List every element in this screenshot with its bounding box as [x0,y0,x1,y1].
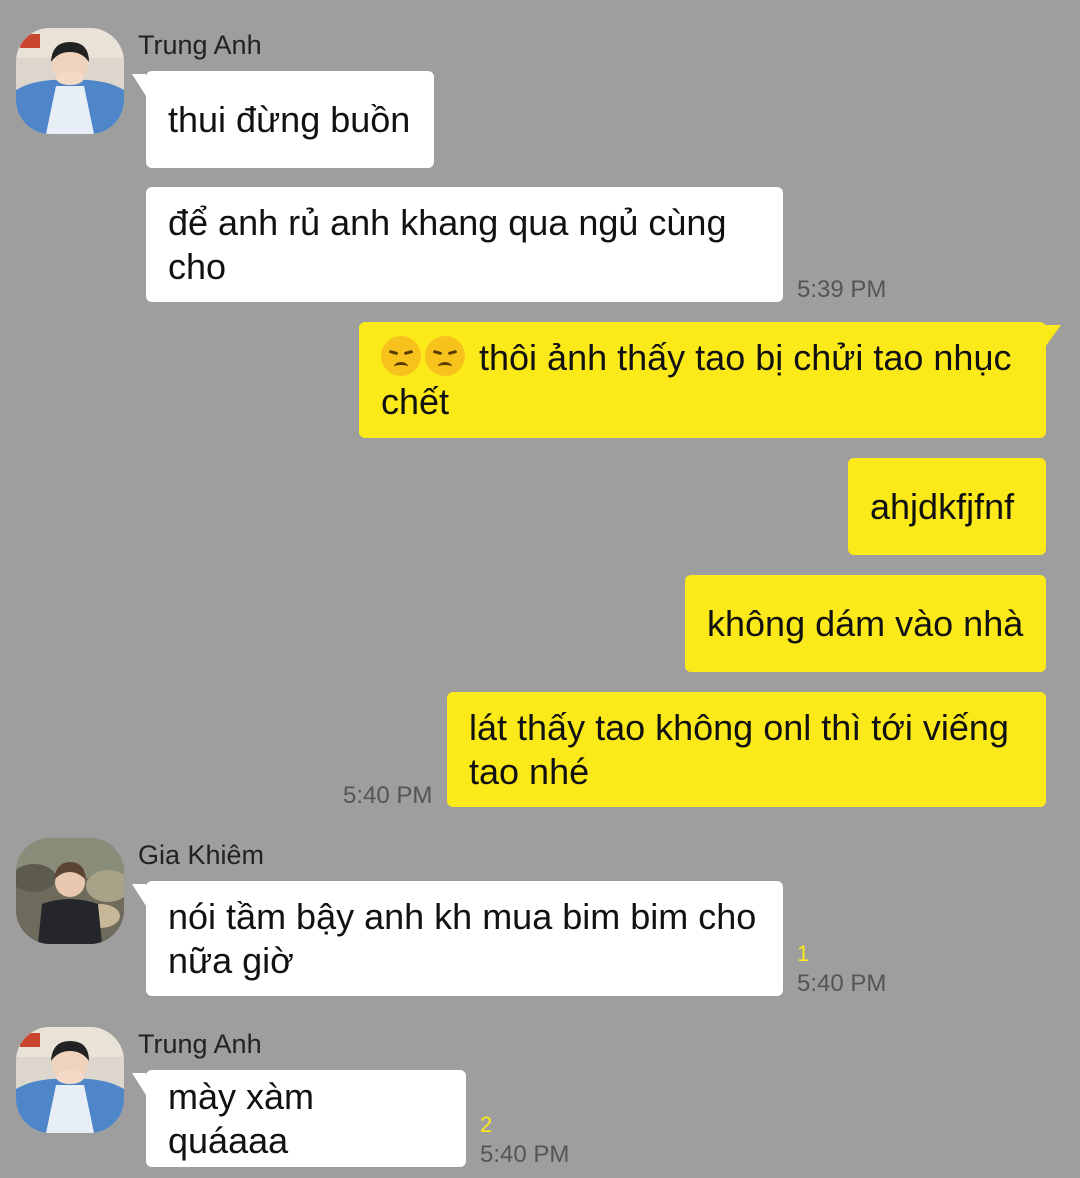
bubble-tail [132,884,146,906]
avatar-image [16,838,124,944]
avatar-image [16,28,124,134]
avatar-trung-anh[interactable] [16,1027,124,1133]
message-text: thui đừng buồn [168,98,411,140]
message-bubble[interactable]: lát thấy tao không onl thì tới viếng tao… [447,692,1046,807]
message-text: thôi ảnh thấy tao bị chửi tao nhục chết [381,337,1012,422]
avatar-image [16,1027,124,1133]
message-text: ahjdkfjfnf [870,485,1015,527]
message-time: 5:40 PM [480,1141,570,1168]
message-time: 5:40 PM [797,970,887,997]
sender-name: Trung Anh [138,1029,262,1059]
message-text: mày xàm quáaaa [168,1075,315,1161]
message-text: lát thấy tao không onl thì tới viếng tao… [469,706,1009,792]
message-time: 5:40 PM [343,782,433,809]
message-bubble[interactable]: không dám vào nhà [685,575,1046,672]
message-text: nói tầm bậy anh kh mua bim bim cho nữa g… [168,895,757,981]
unread-count: 1 [797,941,810,966]
message-text: không dám vào nhà [707,602,1024,644]
bubble-tail [132,74,146,96]
disappointed-face-icon [425,336,465,376]
avatar-gia-khiem[interactable] [16,838,124,944]
message-bubble[interactable]: thôi ảnh thấy tao bị chửi tao nhục chết [359,322,1046,438]
message-text: để anh rủ anh khang qua ngủ cùng cho [168,201,727,287]
message-content: thôi ảnh thấy tao bị chửi tao nhục chết [381,336,1024,424]
disappointed-face-icon [381,336,421,376]
message-time: 5:39 PM [797,276,887,303]
bubble-tail [1045,325,1061,347]
message-bubble[interactable]: ahjdkfjfnf [848,458,1046,555]
message-bubble[interactable]: mày xàm quáaaa [146,1070,466,1167]
sender-name: Trung Anh [138,30,262,60]
message-bubble[interactable]: nói tầm bậy anh kh mua bim bim cho nữa g… [146,881,783,996]
unread-count: 2 [480,1112,493,1137]
avatar-trung-anh[interactable] [16,28,124,134]
bubble-tail [132,1073,146,1095]
message-bubble[interactable]: để anh rủ anh khang qua ngủ cùng cho [146,187,783,302]
message-bubble[interactable]: thui đừng buồn [146,71,434,168]
sender-name: Gia Khiêm [138,840,265,870]
